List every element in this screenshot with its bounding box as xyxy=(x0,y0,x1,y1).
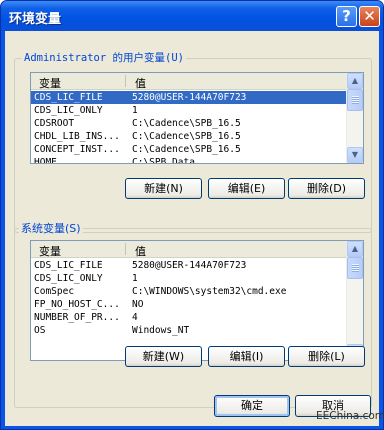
table-row[interactable]: CDS_LIC_FILE 5280@USER-144A70F723 xyxy=(31,259,347,272)
column-divider[interactable] xyxy=(125,243,126,255)
title-bar[interactable]: 环境变量 ? ✕ xyxy=(1,1,383,31)
list-header: 变量 值 xyxy=(31,73,347,90)
system-variables-list[interactable]: 变量 值 CDS_LIC_FILE 5280@USER-144A70F723 CDS… xyxy=(30,240,364,361)
column-header-value[interactable]: 值 xyxy=(135,75,146,91)
table-row[interactable]: CONCEPT_INST... C:\Cadence\SPB_16.5 xyxy=(31,143,347,156)
column-header-variable[interactable]: 变量 xyxy=(39,243,61,259)
close-button[interactable]: ✕ xyxy=(359,6,380,27)
system-edit-button[interactable]: 编辑(I) xyxy=(208,346,285,367)
variable-value-cell: Windows_NT xyxy=(132,325,190,336)
variable-value-cell: C:\SPB_Data xyxy=(132,157,195,164)
table-row[interactable]: CDSROOT C:\Cadence\SPB_16.5 xyxy=(31,117,347,130)
variable-name-cell: CDSROOT xyxy=(34,118,75,129)
system-delete-button[interactable]: 删除(L) xyxy=(288,346,365,367)
variable-name-cell: CDS_LIC_ONLY xyxy=(34,105,103,116)
variable-name-cell: HOME xyxy=(34,157,57,164)
column-divider[interactable] xyxy=(125,75,126,87)
user-variables-label: Administrator 的用户变量(U) xyxy=(22,50,186,65)
variable-value-cell: 5280@USER-144A70F723 xyxy=(132,260,247,271)
variable-name-cell: CDS_LIC_ONLY xyxy=(34,273,103,284)
variable-name-cell: OS xyxy=(34,325,46,336)
variable-name-cell: NUMBER_OF_PR... xyxy=(34,312,120,323)
variable-value-cell: C:\WINDOWS\system32\cmd.exe xyxy=(132,286,287,297)
variable-name-cell: ComSpec xyxy=(34,286,75,297)
table-row[interactable]: CDS_LIC_FILE 5280@USER-144A70F723 xyxy=(31,91,347,104)
column-header-variable[interactable]: 变量 xyxy=(39,75,61,91)
variable-value-cell: NO xyxy=(132,299,144,310)
variable-name-cell: CONCEPT_INST... xyxy=(34,144,120,155)
variable-name-cell: CHDL_LIB_INS... xyxy=(34,131,120,142)
user-new-button[interactable]: 新建(N) xyxy=(125,178,202,199)
table-row[interactable]: OS Windows_NT xyxy=(31,324,347,337)
variable-name-cell: CDS_LIC_FILE xyxy=(34,260,103,271)
dialog-client-area: Administrator 的用户变量(U) 变量 值 CDS_LIC_FILE… xyxy=(5,31,379,426)
environment-variables-dialog: 环境变量 ? ✕ Administrator 的用户变量(U) 变量 值 CDS… xyxy=(0,0,384,430)
variable-value-cell: C:\Cadence\SPB_16.5 xyxy=(132,144,241,155)
list-header: 变量 值 xyxy=(31,241,347,258)
watermark-text: EEChina.com xyxy=(316,410,384,422)
user-delete-button[interactable]: 删除(D) xyxy=(288,178,365,199)
ok-button[interactable]: 确定 xyxy=(214,395,290,417)
user-variables-list[interactable]: 变量 值 CDS_LIC_FILE 5280@USER-144A70F723 CDS… xyxy=(30,72,364,164)
scroll-up-arrow-icon[interactable]: ▲ xyxy=(347,241,363,257)
table-row[interactable]: CDS_LIC_ONLY 1 xyxy=(31,104,347,117)
variable-value-cell: C:\Cadence\SPB_16.5 xyxy=(132,118,241,129)
table-row[interactable]: CDS_LIC_ONLY 1 xyxy=(31,272,347,285)
table-row[interactable]: FP_NO_HOST_C... NO xyxy=(31,298,347,311)
scroll-up-arrow-icon[interactable]: ▲ xyxy=(347,73,363,89)
user-edit-button[interactable]: 编辑(E) xyxy=(208,178,285,199)
column-header-value[interactable]: 值 xyxy=(135,243,146,259)
variable-value-cell: 1 xyxy=(132,105,138,116)
table-row[interactable]: ComSpec C:\WINDOWS\system32\cmd.exe xyxy=(31,285,347,298)
table-row[interactable]: NUMBER_OF_PR... 4 xyxy=(31,311,347,324)
variable-name-cell: CDS_LIC_FILE xyxy=(34,92,103,103)
system-variables-rows: CDS_LIC_FILE 5280@USER-144A70F723 CDS_LIC_… xyxy=(31,259,347,337)
system-new-button[interactable]: 新建(W) xyxy=(125,346,202,367)
scroll-thumb[interactable] xyxy=(347,89,363,111)
variable-value-cell: 4 xyxy=(132,312,138,323)
variable-value-cell: 1 xyxy=(132,273,138,284)
system-variables-label: 系统变量(S) xyxy=(19,220,83,236)
scroll-down-arrow-icon[interactable]: ▼ xyxy=(347,147,363,163)
vertical-scrollbar[interactable]: ▲ ▼ xyxy=(346,241,363,360)
help-button[interactable]: ? xyxy=(336,6,357,27)
vertical-scrollbar[interactable]: ▲ ▼ xyxy=(346,73,363,163)
table-row[interactable]: HOME C:\SPB_Data xyxy=(31,156,347,164)
variable-value-cell: 5280@USER-144A70F723 xyxy=(132,92,247,103)
table-row[interactable]: CHDL_LIB_INS... C:\Cadence\SPB_16.5 xyxy=(31,130,347,143)
scroll-thumb[interactable] xyxy=(347,257,363,279)
user-variables-rows: CDS_LIC_FILE 5280@USER-144A70F723 CDS_LIC_… xyxy=(31,91,347,164)
window-title: 环境变量 xyxy=(9,12,62,27)
variable-name-cell: FP_NO_HOST_C... xyxy=(34,299,120,310)
variable-value-cell: C:\Cadence\SPB_16.5 xyxy=(132,131,241,142)
